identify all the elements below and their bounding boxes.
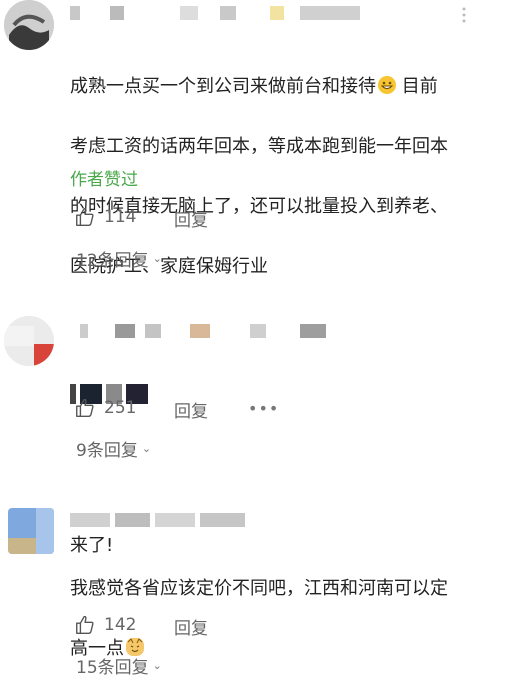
grinning-emoji-icon <box>378 76 396 94</box>
like-button[interactable]: 251 <box>74 396 136 420</box>
thumbs-up-icon <box>76 207 94 226</box>
like-button[interactable]: 142 <box>74 613 136 637</box>
reply-button[interactable]: 回复 <box>174 397 208 422</box>
reply-button[interactable]: 回复 <box>174 614 208 639</box>
author-liked-badge: 作者赞过 <box>70 170 138 190</box>
more-options-button[interactable]: ••• <box>248 399 279 418</box>
avatar[interactable] <box>8 508 54 554</box>
avatar[interactable] <box>4 316 54 366</box>
thumbs-up-icon <box>76 615 94 634</box>
thumbs-up-icon <box>76 398 94 417</box>
replies-count: 12条回复 <box>76 251 149 271</box>
view-replies-link[interactable]: 9条回复 ⌄ <box>76 436 151 461</box>
chevron-down-icon: ⌄ <box>141 442 152 455</box>
like-count: 251 <box>104 398 137 418</box>
chevron-down-icon: ⌄ <box>152 252 162 265</box>
view-replies-link[interactable]: 12条回复 ⌄ <box>76 246 162 271</box>
more-dots-icon[interactable] <box>460 6 468 24</box>
view-replies-link[interactable]: 15条回复 ⌄ <box>76 653 162 678</box>
like-button[interactable]: 114 <box>74 205 136 229</box>
blurred-username <box>70 513 250 527</box>
like-count: 142 <box>104 615 137 635</box>
like-count: 114 <box>104 207 137 227</box>
avatar[interactable] <box>4 0 54 50</box>
chevron-down-icon: ⌄ <box>152 659 162 672</box>
blurred-username <box>70 6 370 20</box>
replies-count: 15条回复 <box>76 658 149 678</box>
blurred-username <box>70 324 340 338</box>
reply-button[interactable]: 回复 <box>174 206 208 231</box>
replies-count: 9条回复 <box>76 441 138 461</box>
